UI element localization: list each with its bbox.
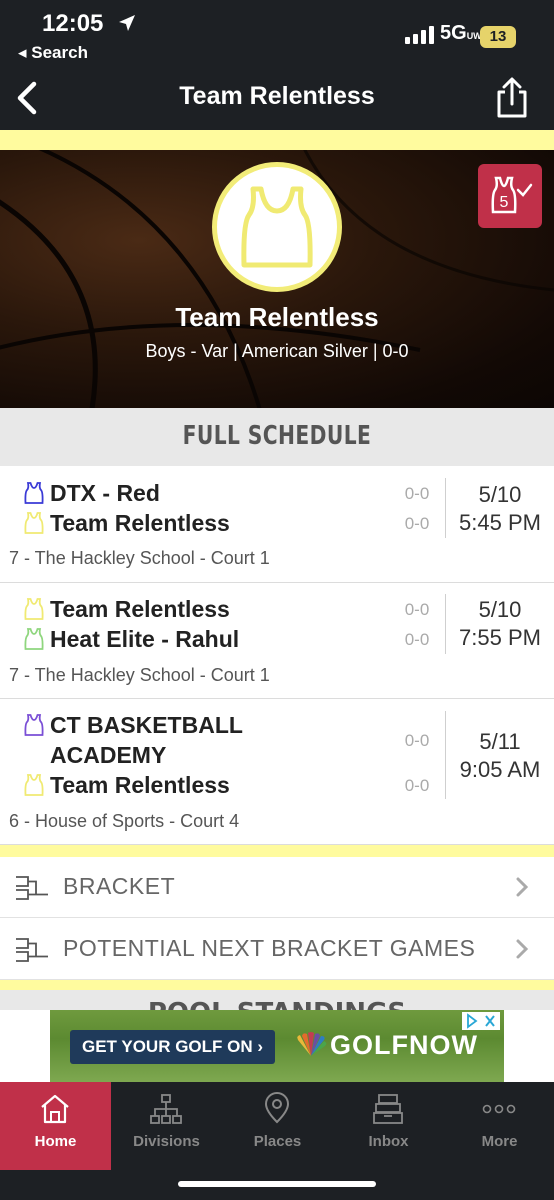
game-time: 5:45 PM — [459, 510, 541, 535]
game-team-1: Team Relentless — [24, 594, 230, 624]
potential-next-games-label: POTENTIAL NEXT BRACKET GAMES — [63, 935, 476, 961]
team-subtitle: Boys - Var | American Silver | 0-0 — [145, 341, 409, 361]
status-bar: 12:05 ◂ Search 5GUW 13 — [0, 0, 554, 66]
jersey-icon — [24, 714, 44, 736]
team-tracking-badge[interactable]: 5 — [478, 164, 542, 228]
divisions-icon — [150, 1094, 182, 1124]
jersey-icon — [24, 628, 44, 650]
team-name: CT BASKETBALL ACADEMY — [50, 712, 243, 768]
ad-container: GET YOUR GOLF ON › GOLFNOW — [0, 1010, 554, 1082]
game-team-2: Team Relentless — [24, 508, 230, 538]
game-venue: 7 - The Hackley School - Court 1 — [9, 665, 270, 685]
network-indicator: 5GUW — [440, 22, 482, 45]
tab-inbox[interactable]: Inbox — [333, 1082, 444, 1170]
accent-strip — [0, 980, 554, 990]
score: 0-0 — [404, 484, 430, 503]
inbox-icon — [373, 1094, 403, 1124]
status-time: 12:05 — [42, 10, 104, 37]
team-hero-banner: 5 Team Relentless Boys - Var | American … — [0, 150, 554, 408]
ad-brand: GOLFNOW — [330, 1030, 478, 1060]
chevron-right-icon — [516, 877, 529, 897]
divider — [445, 711, 446, 799]
divider — [445, 478, 446, 538]
score: 0-0 — [404, 776, 430, 795]
potential-next-games-link[interactable]: POTENTIAL NEXT BRACKET GAMES — [0, 919, 554, 980]
map-pin-icon — [264, 1092, 290, 1124]
game-team-2: Heat Elite - Rahul — [24, 624, 239, 654]
bracket-link[interactable]: BRACKET — [0, 857, 554, 918]
signal-icon — [405, 26, 434, 44]
team-name: Team Relentless — [50, 509, 230, 536]
page-title: Team Relentless — [179, 82, 375, 110]
team-name: Team Relentless — [175, 302, 379, 332]
tab-divisions[interactable]: Divisions — [111, 1082, 222, 1170]
full-schedule-header: FULL SCHEDULE — [0, 408, 554, 466]
tab-label: Places — [253, 1133, 302, 1150]
chevron-right-icon — [516, 939, 529, 959]
bracket-label: BRACKET — [63, 873, 176, 899]
score: 0-0 — [404, 630, 430, 649]
score: 0-0 — [404, 514, 430, 533]
tab-home[interactable]: Home — [0, 1082, 111, 1170]
tab-places[interactable]: Places — [222, 1082, 333, 1170]
tab-label: Inbox — [368, 1133, 409, 1150]
game-time: 7:55 PM — [459, 625, 541, 650]
back-to-app-link[interactable]: ◂ Search — [18, 43, 88, 63]
bracket-icon — [16, 938, 48, 962]
navigation-bar: Team Relentless — [0, 66, 554, 130]
more-icon — [482, 1104, 516, 1114]
game-time: 9:05 AM — [459, 757, 541, 782]
game-team-2: Team Relentless — [24, 770, 230, 800]
game-date: 5/10 — [478, 482, 522, 507]
tab-label: More — [481, 1133, 518, 1150]
game-row[interactable]: CT BASKETBALL ACADEMY Team Relentless 0-… — [0, 699, 554, 845]
game-date: 5/11 — [479, 729, 521, 754]
jersey-icon — [241, 186, 313, 268]
tab-more[interactable]: More — [444, 1082, 554, 1170]
bracket-icon — [16, 876, 48, 900]
jersey-icon — [24, 774, 44, 796]
score: 0-0 — [404, 731, 430, 750]
share-icon[interactable] — [490, 76, 534, 120]
game-venue: 6 - House of Sports - Court 4 — [9, 811, 240, 831]
game-date: 5/10 — [478, 597, 522, 622]
game-row[interactable]: DTX - Red Team Relentless 0-0 0-0 5/10 5… — [0, 466, 554, 583]
team-name: DTX - Red — [50, 479, 160, 506]
jersey-icon — [24, 482, 44, 504]
peacock-logo-icon — [297, 1032, 327, 1056]
ad-choices-icon[interactable] — [462, 1012, 500, 1030]
jersey-check-icon: 5 — [491, 176, 533, 214]
home-indicator — [178, 1181, 376, 1187]
pool-standings-header: POOL STANDINGS — [0, 990, 554, 1012]
location-arrow-icon — [119, 15, 135, 31]
tab-label: Divisions — [133, 1133, 200, 1150]
home-icon — [41, 1094, 69, 1124]
jersey-icon — [24, 512, 44, 534]
game-team-1: DTX - Red — [24, 478, 160, 508]
network-label: 5G — [440, 22, 467, 44]
team-name: Heat Elite - Rahul — [50, 625, 240, 652]
ad-banner[interactable]: GET YOUR GOLF ON › GOLFNOW — [50, 1010, 504, 1082]
team-logo — [212, 162, 342, 292]
full-schedule-label: FULL SCHEDULE — [182, 421, 372, 451]
game-row[interactable]: Team Relentless Heat Elite - Rahul 0-0 0… — [0, 583, 554, 699]
tab-label: Home — [34, 1133, 77, 1150]
badge-number: 5 — [500, 194, 509, 211]
jersey-icon — [24, 598, 44, 620]
team-name: Team Relentless — [50, 595, 230, 622]
accent-strip — [0, 845, 554, 857]
ad-cta-button[interactable]: GET YOUR GOLF ON › — [70, 1030, 276, 1064]
battery-icon: 13 — [480, 26, 516, 48]
game-team-1: CT BASKETBALL ACADEMY — [24, 710, 284, 770]
accent-band — [0, 130, 554, 150]
game-venue: 7 - The Hackley School - Court 1 — [9, 548, 270, 568]
score: 0-0 — [404, 600, 430, 619]
team-name: Team Relentless — [50, 771, 230, 798]
divider — [445, 594, 446, 654]
